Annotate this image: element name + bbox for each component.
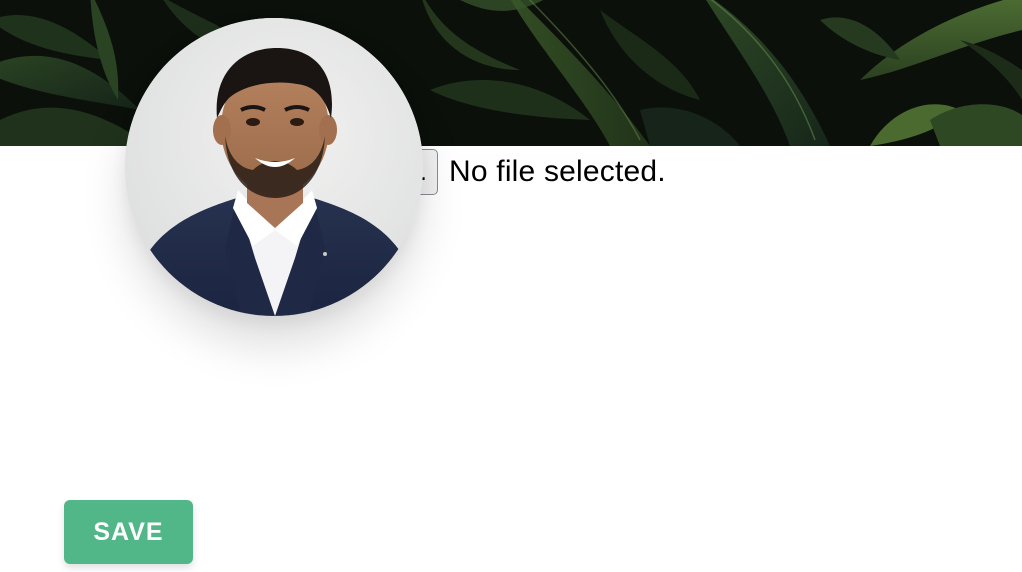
profile-photo [125, 18, 423, 316]
avatar[interactable] [125, 18, 423, 316]
save-button[interactable]: SAVE [64, 500, 193, 564]
profile-edit-page: . No file selected. SAVE [0, 0, 1022, 572]
file-status-text: No file selected. [449, 154, 666, 188]
